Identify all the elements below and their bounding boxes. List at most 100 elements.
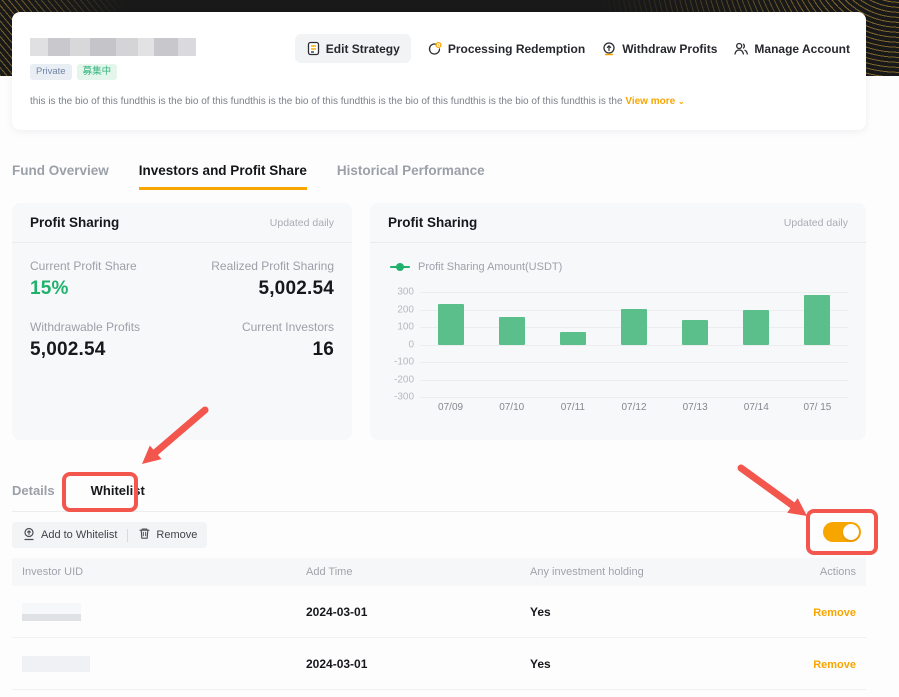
investor-uid-redacted	[22, 602, 81, 621]
y-axis-tick-label: -100	[393, 356, 414, 368]
add-to-whitelist-button[interactable]: Add to Whitelist	[22, 527, 117, 544]
trash-icon	[138, 527, 151, 543]
table-row: 2024-03-01 Yes Remove	[12, 638, 866, 690]
whitelist-toolbar: Add to Whitelist Remove	[12, 522, 208, 548]
withdrawable-profits-value: 5,002.54	[30, 339, 106, 360]
tab-details[interactable]: Details	[12, 483, 55, 498]
manage-account-button[interactable]: Manage Account	[733, 41, 850, 57]
x-axis-tick-label: 07/11	[560, 402, 585, 413]
toolbar-divider	[127, 528, 129, 542]
chart-gridline	[420, 397, 848, 398]
fund-name-redacted	[30, 38, 196, 56]
recruiting-badge: 募集中	[76, 64, 118, 80]
tab-investors-and-profit-share[interactable]: Investors and Profit Share	[138, 163, 307, 190]
chart-gridline	[420, 379, 848, 381]
chart-gridline	[420, 362, 848, 363]
manage-account-label: Manage Account	[754, 41, 850, 56]
profit-sharing-bar-chart: 300 200 100 0 -100 -200 -300 07/09 07/10 07/11 07/…	[390, 284, 856, 424]
fund-bio-text: this is the bio of this fundthis is the …	[30, 96, 626, 107]
col-add-time: Add Time	[306, 566, 353, 578]
annotation-arrow-toggle	[737, 464, 807, 516]
header-action-bar: Edit Strategy Processing Redemption With…	[294, 34, 850, 63]
x-axis-tick-label: 07/12	[621, 402, 647, 413]
document-icon	[306, 41, 321, 56]
add-time-cell: 2024-03-01	[306, 656, 368, 671]
chart-gridline	[420, 344, 848, 346]
bar-07/14	[743, 310, 770, 345]
y-axis-tick-label: 200	[397, 304, 414, 315]
y-axis-tick-label: 300	[397, 286, 414, 298]
coin-withdraw-icon	[601, 41, 617, 57]
fund-bio: this is the bio of this fundthis is the …	[30, 96, 730, 107]
profit-sharing-summary-card: Profit Sharing Updated daily Current Pro…	[12, 203, 352, 440]
tab-whitelist[interactable]: Whitelist	[91, 483, 145, 498]
y-axis-tick-label: 0	[408, 339, 414, 350]
table-row: 2024-03-01 Yes Remove	[12, 586, 866, 638]
holding-cell: Yes	[530, 604, 551, 619]
fund-management-page: Private 募集中 this is the bio of this fund…	[0, 0, 899, 697]
realized-profit-sharing-value: 5,002.54	[258, 278, 334, 299]
chart-legend: Profit Sharing Amount(USDT)	[390, 261, 562, 273]
x-axis-tick-label: 07/14	[743, 402, 769, 413]
x-axis-tick-label: 07/ 15	[803, 402, 832, 413]
whitelist-table: Investor UID Add Time Any investment hol…	[12, 558, 866, 690]
view-more-link[interactable]: View more ⌄	[625, 96, 684, 107]
sub-tab-bar: Details Whitelist	[12, 483, 145, 498]
bar-07/12	[621, 308, 647, 345]
add-time-cell: 2024-03-01	[306, 604, 368, 619]
tab-historical-performance[interactable]: Historical Performance	[337, 163, 485, 190]
chevron-down-icon: ⌄	[677, 97, 685, 106]
summary-card-title: Profit Sharing	[30, 215, 120, 230]
col-investor-uid: Investor UID	[22, 566, 84, 578]
x-axis-tick-label: 07/09	[438, 402, 464, 413]
add-to-whitelist-icon	[22, 527, 36, 544]
bar-07/13	[682, 320, 709, 345]
fund-header-card: Private 募集中 this is the bio of this fund…	[12, 12, 866, 130]
x-axis-tick-label: 07/13	[682, 402, 708, 413]
remove-row-link[interactable]: Remove	[813, 659, 856, 671]
private-badge: Private	[30, 64, 72, 80]
y-axis-tick-label: 100	[397, 321, 414, 333]
legend-label: Profit Sharing Amount(USDT)	[418, 261, 563, 273]
x-axis-tick-label: 07/10	[499, 402, 525, 413]
toggle-knob	[843, 524, 859, 540]
current-investors-value: 16	[312, 339, 334, 360]
summary-stats: Current Profit Share 15% Realized Profit…	[12, 243, 352, 377]
stat-current-profit-share: Current Profit Share 15%	[30, 259, 182, 300]
holding-cell: Yes	[530, 656, 551, 671]
add-to-whitelist-label: Add to Whitelist	[41, 529, 118, 541]
tab-fund-overview[interactable]: Fund Overview	[12, 163, 109, 190]
bar-07/ 15	[804, 294, 831, 345]
fund-badges: Private 募集中	[30, 64, 118, 80]
stat-withdrawable-profits: Withdrawable Profits 5,002.54	[30, 320, 182, 361]
withdraw-profits-button[interactable]: Withdraw Profits	[601, 41, 717, 57]
remove-button[interactable]: Remove	[138, 527, 197, 543]
processing-redemption-label: Processing Redemption	[447, 41, 586, 56]
stat-realized-profit-sharing: Realized Profit Sharing 5,002.54	[182, 259, 334, 300]
remove-row-link[interactable]: Remove	[813, 607, 856, 619]
divider	[12, 511, 866, 512]
remove-button-label: Remove	[156, 529, 198, 541]
investor-uid-redacted	[22, 655, 90, 672]
summary-updated-label: Updated daily	[269, 216, 334, 229]
withdraw-profits-label: Withdraw Profits	[622, 41, 718, 56]
col-actions: Actions	[819, 566, 856, 578]
stat-current-investors: Current Investors 16	[182, 320, 334, 361]
edit-strategy-button[interactable]: Edit Strategy	[294, 34, 411, 63]
y-axis-tick-label: -200	[393, 374, 414, 385]
chart-card-title: Profit Sharing	[388, 215, 478, 230]
current-profit-share-value: 15%	[30, 278, 69, 299]
bar-07/10	[498, 316, 525, 345]
y-axis-tick-label: -300	[393, 391, 414, 403]
people-icon	[733, 41, 749, 57]
bar-07/09	[437, 304, 464, 345]
legend-line-dot-icon	[390, 263, 410, 271]
bar-07/11	[559, 332, 586, 345]
table-header-row: Investor UID Add Time Any investment hol…	[12, 558, 866, 586]
col-any-investment-holding: Any investment holding	[530, 566, 644, 578]
whitelist-enabled-toggle[interactable]	[823, 522, 861, 542]
refresh-gear-icon	[427, 41, 443, 57]
chart-updated-label: Updated daily	[783, 216, 848, 229]
edit-strategy-label: Edit Strategy	[325, 41, 400, 56]
processing-redemption-button[interactable]: Processing Redemption	[427, 41, 585, 57]
